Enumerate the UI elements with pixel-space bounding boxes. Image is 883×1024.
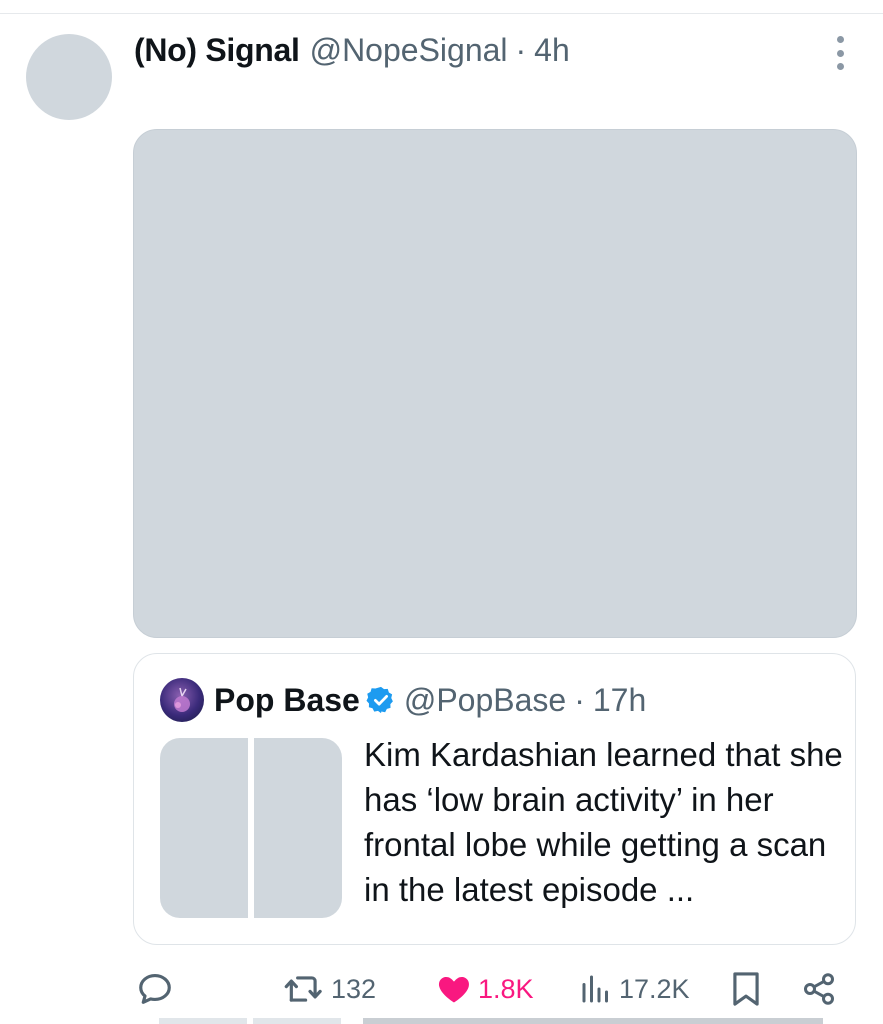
top-divider <box>0 13 883 14</box>
more-options-icon[interactable] <box>825 36 855 70</box>
author-avatar[interactable] <box>26 34 112 120</box>
repost-button[interactable]: 132 <box>283 966 376 1012</box>
quoted-post-header: Pop Base @PopBase · 17h <box>214 678 646 722</box>
quoted-post-text: Kim Kardashian learned that she has ‘low… <box>364 736 843 908</box>
quoted-author-avatar <box>160 678 204 722</box>
bookmark-button[interactable] <box>730 966 762 1012</box>
views-button[interactable]: 17.2K <box>579 966 690 1012</box>
view-count: 17.2K <box>619 973 690 1004</box>
post-time[interactable]: 4h <box>534 32 570 69</box>
repost-icon <box>284 976 322 1002</box>
bookmark-icon <box>733 972 759 1006</box>
like-button[interactable]: 1.8K <box>436 966 534 1012</box>
next-item-preview <box>133 1018 855 1024</box>
reply-button[interactable] <box>136 966 174 1012</box>
analytics-bars-icon <box>582 975 608 1003</box>
post-media[interactable] <box>133 129 857 638</box>
quoted-header-separator: · <box>574 681 585 718</box>
like-count: 1.8K <box>478 973 534 1004</box>
heart-filled-icon <box>439 977 469 1003</box>
share-icon <box>804 973 834 1005</box>
quoted-media-thumbnails <box>160 738 342 918</box>
quoted-author-name: Pop Base <box>214 681 360 718</box>
quoted-thumbnail <box>254 738 342 918</box>
quoted-author-handle: @PopBase <box>403 681 567 718</box>
post-header: (No) Signal @NopeSignal · 4h <box>134 28 570 72</box>
quoted-post-time: 17h <box>592 681 647 718</box>
author-handle[interactable]: @NopeSignal <box>310 32 508 69</box>
verified-badge-icon <box>366 685 396 715</box>
share-button[interactable] <box>801 966 837 1012</box>
header-separator: · <box>515 31 527 68</box>
action-bar: 132 1.8K 17.2K <box>0 966 883 1012</box>
quoted-thumbnail <box>160 738 248 918</box>
reply-icon <box>139 973 171 1004</box>
quoted-post-card[interactable]: Pop Base @PopBase · 17h Kim Kardashian l… <box>133 653 856 945</box>
author-name[interactable]: (No) Signal <box>134 32 300 69</box>
repost-count: 132 <box>331 973 377 1004</box>
